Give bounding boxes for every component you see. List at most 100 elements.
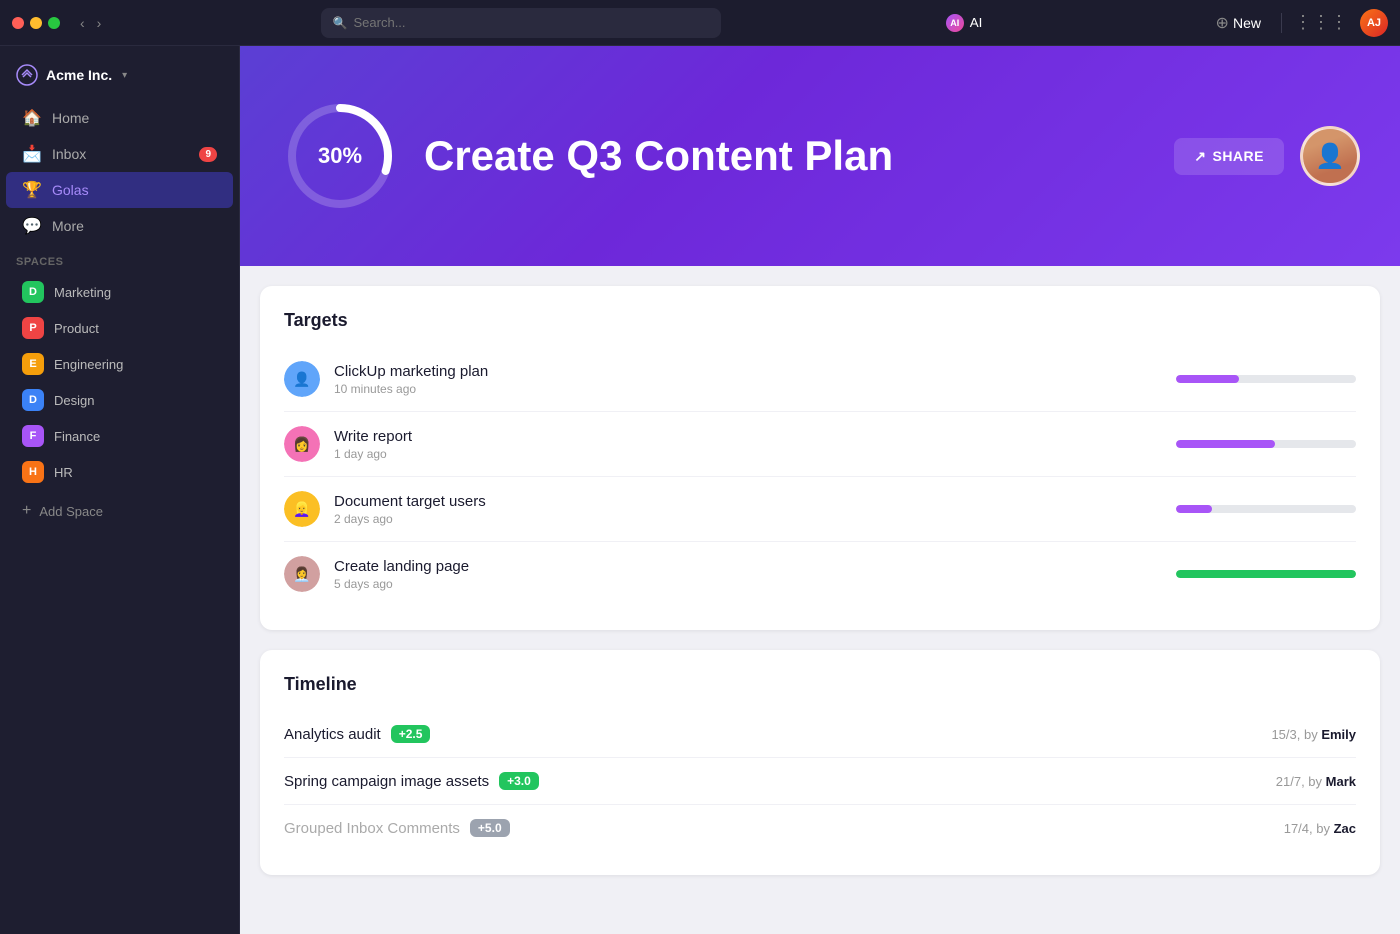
plus-icon: ⊕ <box>1216 13 1229 33</box>
apps-grid-icon[interactable]: ⋮⋮⋮ <box>1294 12 1348 33</box>
sidebar-space-design[interactable]: D Design <box>6 382 233 418</box>
sidebar-item-label: Golas <box>52 182 89 198</box>
back-button[interactable]: ‹ <box>76 13 89 33</box>
sidebar-item-label: Home <box>52 110 89 126</box>
timeline-meta: 17/4, by Zac <box>1284 821 1356 836</box>
engineering-icon: E <box>22 353 44 375</box>
timeline-user: Mark <box>1326 774 1356 789</box>
hr-icon: H <box>22 461 44 483</box>
forward-button[interactable]: › <box>93 13 106 33</box>
user-avatar[interactable]: AJ <box>1360 9 1388 37</box>
close-button[interactable] <box>12 17 24 29</box>
timeline-badge: +2.5 <box>391 725 431 743</box>
workspace-name: Acme Inc. <box>46 67 112 83</box>
progress-bar <box>1176 440 1356 448</box>
target-avatar: 👱‍♀️ <box>284 491 320 527</box>
target-time: 5 days ago <box>334 577 1162 591</box>
share-label: SHARE <box>1212 148 1264 164</box>
progress-fill <box>1176 570 1356 578</box>
target-name: Write report <box>334 428 1162 445</box>
timeline-item-name: Analytics audit <box>284 726 381 743</box>
progress-bar <box>1176 570 1356 578</box>
space-label: Finance <box>54 429 100 444</box>
space-label: Product <box>54 321 99 336</box>
ai-button[interactable]: AI AI <box>936 10 993 36</box>
timeline-section: Timeline Analytics audit +2.5 15/3, by E… <box>260 650 1380 875</box>
progress-label: 30% <box>318 143 362 169</box>
search-icon: 🔍 <box>333 16 348 30</box>
new-label: New <box>1233 15 1261 31</box>
sidebar-item-goals[interactable]: 🏆 Golas <box>6 172 233 208</box>
target-time: 1 day ago <box>334 447 1162 461</box>
spaces-list: D Marketing P Product E Engineering D De… <box>0 274 239 490</box>
table-row: 👱‍♀️ Document target users 2 days ago <box>284 477 1356 542</box>
hero-banner: 30% Create Q3 Content Plan ↗ SHARE 👤 <box>240 46 1400 266</box>
sidebar-space-engineering[interactable]: E Engineering <box>6 346 233 382</box>
target-info: ClickUp marketing plan 10 minutes ago <box>334 363 1162 396</box>
timeline-item-name: Spring campaign image assets <box>284 773 489 790</box>
add-space-button[interactable]: + Add Space <box>6 494 233 528</box>
more-icon: 💬 <box>22 216 42 236</box>
timeline-title: Timeline <box>284 674 1356 695</box>
new-button[interactable]: ⊕ New <box>1208 9 1269 37</box>
targets-list: 👤 ClickUp marketing plan 10 minutes ago … <box>284 347 1356 606</box>
sidebar: Acme Inc. ▾ 🏠 Home 📩 Inbox 9 🏆 Golas 💬 M… <box>0 46 240 934</box>
target-avatar: 👩‍💼 <box>284 556 320 592</box>
window-controls <box>12 17 60 29</box>
progress-bar <box>1176 505 1356 513</box>
nav-items: 🏠 Home 📩 Inbox 9 🏆 Golas 💬 More <box>0 100 239 244</box>
target-info: Write report 1 day ago <box>334 428 1162 461</box>
avatar-image: 👩 <box>284 426 320 462</box>
workspace-header[interactable]: Acme Inc. ▾ <box>0 58 239 92</box>
target-name: Document target users <box>334 493 1162 510</box>
maximize-button[interactable] <box>48 17 60 29</box>
share-button[interactable]: ↗ SHARE <box>1174 138 1284 175</box>
timeline-badge: +3.0 <box>499 772 539 790</box>
sidebar-item-inbox[interactable]: 📩 Inbox 9 <box>6 136 233 172</box>
table-row: 👩 Write report 1 day ago <box>284 412 1356 477</box>
target-avatar: 👩 <box>284 426 320 462</box>
sidebar-space-product[interactable]: P Product <box>6 310 233 346</box>
timeline-list: Analytics audit +2.5 15/3, by Emily Spri… <box>284 711 1356 851</box>
list-item: Grouped Inbox Comments +5.0 17/4, by Zac <box>284 805 1356 851</box>
avatar-image: 👤 <box>284 361 320 397</box>
table-row: 👩‍💼 Create landing page 5 days ago <box>284 542 1356 606</box>
home-icon: 🏠 <box>22 108 42 128</box>
progress-ring: 30% <box>280 96 400 216</box>
finance-icon: F <box>22 425 44 447</box>
target-time: 10 minutes ago <box>334 382 1162 396</box>
design-icon: D <box>22 389 44 411</box>
sidebar-space-hr[interactable]: H HR <box>6 454 233 490</box>
page-title: Create Q3 Content Plan <box>424 132 1150 180</box>
search-input[interactable] <box>354 15 709 30</box>
product-icon: P <box>22 317 44 339</box>
hero-actions: ↗ SHARE 👤 <box>1174 126 1360 186</box>
target-info: Document target users 2 days ago <box>334 493 1162 526</box>
avatar-image: 👩‍💼 <box>284 556 320 592</box>
progress-bar <box>1176 375 1356 383</box>
sidebar-space-finance[interactable]: F Finance <box>6 418 233 454</box>
list-item: Analytics audit +2.5 15/3, by Emily <box>284 711 1356 758</box>
sidebar-space-marketing[interactable]: D Marketing <box>6 274 233 310</box>
sidebar-item-home[interactable]: 🏠 Home <box>6 100 233 136</box>
timeline-meta: 21/7, by Mark <box>1276 774 1356 789</box>
sidebar-item-more[interactable]: 💬 More <box>6 208 233 244</box>
target-name: ClickUp marketing plan <box>334 363 1162 380</box>
share-icon: ↗ <box>1194 148 1206 165</box>
search-bar[interactable]: 🔍 <box>321 8 721 38</box>
space-label: Design <box>54 393 94 408</box>
badge-inbox: 9 <box>199 147 217 162</box>
target-avatar: 👤 <box>284 361 320 397</box>
targets-title: Targets <box>284 310 1356 331</box>
goals-icon: 🏆 <box>22 180 42 200</box>
add-space-label: Add Space <box>39 504 103 519</box>
minimize-button[interactable] <box>30 17 42 29</box>
avatar-image: 👤 <box>1303 126 1357 186</box>
spaces-header: Spaces <box>0 244 239 274</box>
sidebar-item-label: Inbox <box>52 146 86 162</box>
workspace-logo-icon <box>16 64 38 86</box>
space-label: Engineering <box>54 357 123 372</box>
progress-fill <box>1176 505 1212 513</box>
nav-arrows: ‹ › <box>76 13 105 33</box>
target-info: Create landing page 5 days ago <box>334 558 1162 591</box>
